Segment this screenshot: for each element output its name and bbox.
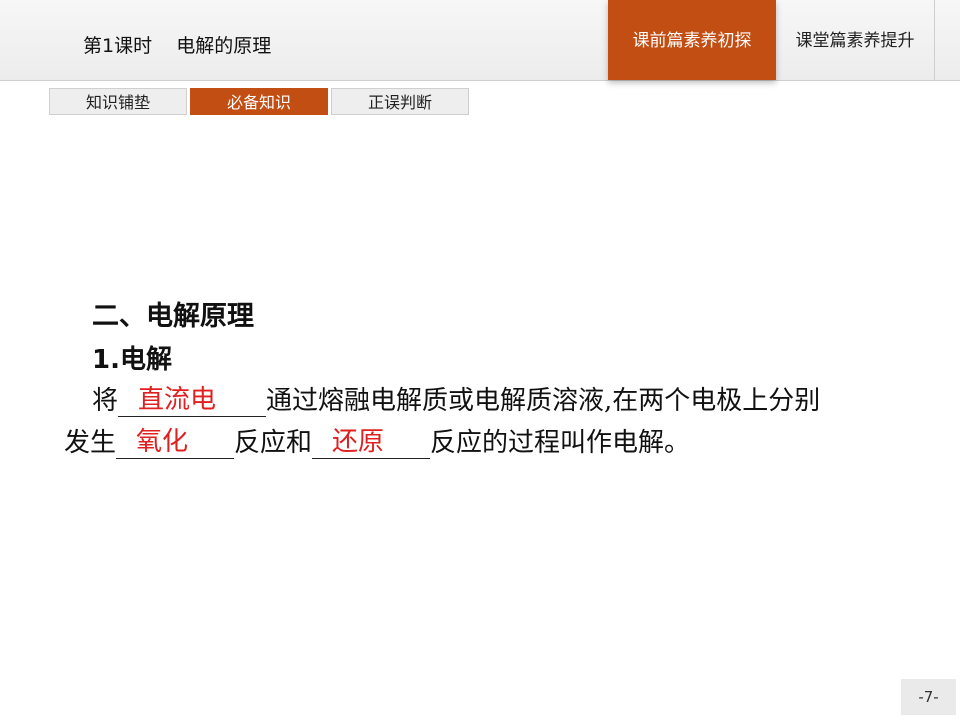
fill-blank-1: 直流电 [118, 382, 267, 417]
subtab-knowledge-prep[interactable]: 知识铺垫 [49, 88, 187, 115]
fill-blank-2: 氧化 [116, 424, 235, 459]
line1-suffix: 通过熔融电解质或电解质溶液,在两个电极上分别 [266, 386, 821, 416]
line2-suffix: 反应的过程叫作电解。 [430, 428, 691, 458]
header-bar: 第1课时 电解的原理 课前篇素养初探 课堂篇素养提升 [0, 0, 960, 81]
lesson-title: 第1课时 电解的原理 [83, 35, 272, 57]
line1-prefix: 将 [92, 386, 119, 416]
line2-middle: 反应和 [234, 428, 313, 458]
page-number: -7- [901, 679, 956, 715]
paragraph-line-1: 将直流电 通过熔融电解质或电解质溶液,在两个电极上分别 [64, 380, 820, 417]
tab-in-class[interactable]: 课堂篇素养提升 [776, 0, 935, 80]
section-heading: 二、电解原理 [92, 301, 254, 332]
fill-blank-3: 还原 [312, 424, 431, 459]
subtab-essential-knowledge[interactable]: 必备知识 [190, 88, 328, 115]
line2-prefix: 发生 [64, 428, 117, 458]
answer-3: 还原 [332, 427, 385, 457]
tab-pre-class[interactable]: 课前篇素养初探 [608, 0, 776, 80]
answer-2: 氧化 [136, 427, 189, 457]
paragraph-line-2: 发生 氧化 反应和 还原 反应的过程叫作电解。 [64, 422, 690, 459]
subtab-true-false[interactable]: 正误判断 [331, 88, 469, 115]
sub-heading: 1.电解 [92, 345, 172, 375]
answer-1: 直流电 [138, 385, 217, 415]
